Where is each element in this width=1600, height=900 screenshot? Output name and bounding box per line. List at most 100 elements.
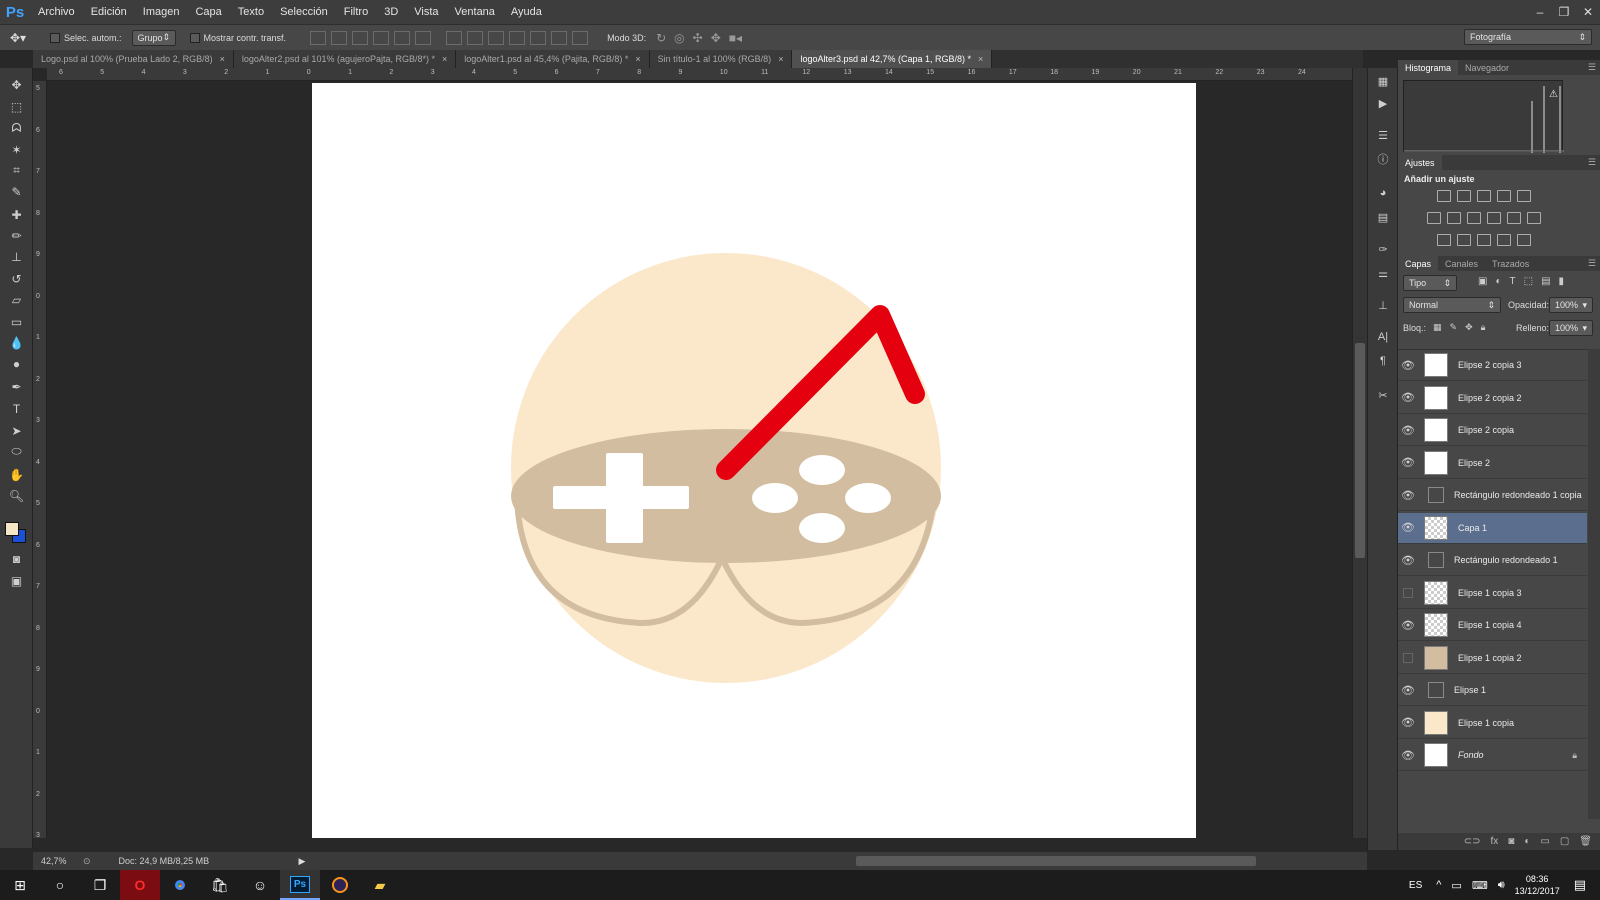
pen-tool-icon[interactable]: ✒ <box>8 378 25 395</box>
doc-tab[interactable]: Sin título-1 al 100% (RGB/8) × <box>649 50 793 68</box>
menu-texto[interactable]: Texto <box>230 0 272 24</box>
doc-tab[interactable]: logoAlter1.psd al 45,4% (Pajita, RGB/8) … <box>456 50 650 68</box>
visibility-eye-icon[interactable]: 👁 <box>1398 521 1418 534</box>
auto-select-checkbox[interactable] <box>50 32 60 43</box>
lock-all-icon[interactable]: 🔒︎ <box>1481 322 1486 333</box>
marquee-tool-icon[interactable]: ⬚ <box>8 98 25 115</box>
visibility-eye-icon[interactable]: 👁 <box>1398 684 1418 697</box>
align-hcenter-icon[interactable] <box>394 30 411 45</box>
swatches-icon[interactable]: ▤ <box>1375 210 1391 224</box>
vibrance-adjust-icon[interactable] <box>1517 190 1531 202</box>
new-layer-icon[interactable]: ▢ <box>1560 836 1569 847</box>
layers-scrollbar[interactable] <box>1588 349 1600 819</box>
layer-row[interactable]: 👁 Rectángulo redondeado 1 copia <box>1398 480 1587 511</box>
opera-icon[interactable]: O <box>120 870 160 900</box>
pan-3d-icon[interactable]: ✣ <box>693 31 703 45</box>
distribute-right-icon[interactable] <box>551 30 568 45</box>
menu-seleccion[interactable]: Selección <box>272 0 336 24</box>
show-transform-checkbox[interactable] <box>189 32 200 43</box>
lasso-tool-icon[interactable]: ᗣ <box>8 120 25 137</box>
exposure-adjust-icon[interactable] <box>1497 190 1511 202</box>
visibility-eye-icon[interactable] <box>1403 652 1413 663</box>
properties-icon[interactable]: ☰ <box>1375 128 1391 142</box>
close-tab-icon[interactable]: × <box>778 54 783 64</box>
blur-tool-icon[interactable]: 💧 <box>8 334 25 351</box>
menu-edicion[interactable]: Edición <box>83 0 135 24</box>
app-icon[interactable]: ☺ <box>240 870 280 900</box>
align-vcenter-icon[interactable] <box>331 30 348 45</box>
auto-align-icon[interactable] <box>572 30 589 45</box>
show-hidden-icons-icon[interactable]: ^ <box>1436 879 1441 891</box>
menu-imagen[interactable]: Imagen <box>135 0 188 24</box>
layer-row[interactable]: 👁 Rectángulo redondeado 1 <box>1398 545 1587 576</box>
eraser-tool-icon[interactable]: ▱ <box>8 291 25 308</box>
roll-3d-icon[interactable]: ◎ <box>674 31 684 45</box>
tab-navegador[interactable]: Navegador <box>1458 60 1516 75</box>
vertical-scrollbar[interactable] <box>1352 68 1367 838</box>
eclipse-icon[interactable] <box>320 870 360 900</box>
tab-histograma[interactable]: Histograma <box>1398 60 1459 75</box>
screen-mode-icon[interactable]: ▣ <box>8 572 25 589</box>
scale-3d-icon[interactable]: ■◂ <box>729 31 742 45</box>
distribute-vcenter-icon[interactable] <box>467 30 484 45</box>
hue-adjust-icon[interactable] <box>1427 212 1441 224</box>
move-tool-icon[interactable]: ✥ <box>8 76 25 93</box>
menu-ventana[interactable]: Ventana <box>447 0 503 24</box>
notifications-icon[interactable]: ▤ <box>1574 877 1586 893</box>
lock-position-icon[interactable]: ✥ <box>1465 322 1473 333</box>
menu-ayuda[interactable]: Ayuda <box>503 0 550 24</box>
link-layers-icon[interactable]: ⊂⊃ <box>1464 836 1481 847</box>
stamp-tool-icon[interactable]: ⊥ <box>8 248 25 265</box>
posterize-adjust-icon[interactable] <box>1457 234 1471 246</box>
new-group-icon[interactable]: ▭ <box>1540 836 1549 847</box>
levels-adjust-icon[interactable] <box>1457 190 1471 202</box>
layer-row[interactable]: Elipse 1 copia 2 <box>1398 643 1587 674</box>
layer-row[interactable]: 👁 Elipse 2 copia 3 <box>1398 350 1587 381</box>
visibility-eye-icon[interactable]: 👁 <box>1398 619 1418 632</box>
invert-adjust-icon[interactable] <box>1437 234 1451 246</box>
zoom-level[interactable]: 42,7% <box>41 856 77 866</box>
vertical-scroll-thumb[interactable] <box>1355 343 1365 558</box>
filter-type-icon[interactable]: T <box>1510 276 1516 287</box>
align-top-icon[interactable] <box>310 30 327 45</box>
close-tab-icon[interactable]: × <box>442 54 447 64</box>
menu-capa[interactable]: Capa <box>187 0 229 24</box>
gradient-map-adjust-icon[interactable] <box>1517 234 1531 246</box>
doc-tab[interactable]: logoAlter2.psd al 101% (agujeroPajta, RG… <box>233 50 457 68</box>
eyedropper-tool-icon[interactable]: ✎ <box>8 183 25 200</box>
info-icon[interactable]: ⓘ <box>1375 152 1391 166</box>
panel-menu-icon[interactable]: ☰ <box>1588 157 1596 168</box>
bw-adjust-icon[interactable] <box>1467 212 1481 224</box>
slide-3d-icon[interactable]: ✥ <box>711 31 721 45</box>
quick-mask-icon[interactable]: ◙ <box>8 550 25 567</box>
minimize-button[interactable]: – <box>1528 0 1552 24</box>
history-brush-tool-icon[interactable]: ↺ <box>8 270 25 287</box>
type-tool-icon[interactable]: T <box>8 400 25 417</box>
document-canvas[interactable] <box>312 83 1196 838</box>
orbit-3d-icon[interactable]: ↻ <box>656 31 666 45</box>
menu-3d[interactable]: 3D <box>376 0 406 24</box>
clone-source-icon[interactable]: ⊥ <box>1375 298 1391 312</box>
align-bottom-icon[interactable] <box>352 30 369 45</box>
selective-color-adjust-icon[interactable] <box>1497 234 1511 246</box>
filter-shape-icon[interactable]: ⬚ <box>1524 276 1533 287</box>
tab-ajustes[interactable]: Ajustes <box>1398 155 1442 170</box>
color-balance-adjust-icon[interactable] <box>1447 212 1461 224</box>
distribute-bottom-icon[interactable] <box>488 30 505 45</box>
magic-wand-tool-icon[interactable]: ✶ <box>8 141 25 158</box>
align-left-icon[interactable] <box>373 30 390 45</box>
lock-icon[interactable]: 🔒︎ <box>1572 750 1577 761</box>
gradient-tool-icon[interactable]: ▭ <box>8 313 25 330</box>
tab-canales[interactable]: Canales <box>1438 256 1485 271</box>
file-explorer-icon[interactable]: ▰ <box>360 870 400 900</box>
brush-tool-icon[interactable]: ✏ <box>8 227 25 244</box>
volume-icon[interactable]: 🔊︎ <box>1498 879 1505 892</box>
visibility-eye-icon[interactable]: 👁 <box>1398 456 1418 469</box>
distribute-left-icon[interactable] <box>509 30 526 45</box>
history-icon[interactable]: ▦ <box>1375 74 1391 88</box>
store-icon[interactable]: 🛍︎ <box>200 870 240 900</box>
task-view-icon[interactable]: ❐ <box>80 870 120 900</box>
color-lookup-adjust-icon[interactable] <box>1527 212 1541 224</box>
layer-row[interactable]: 👁 Elipse 1 copia <box>1398 708 1587 739</box>
brightness-adjust-icon[interactable] <box>1437 190 1451 202</box>
